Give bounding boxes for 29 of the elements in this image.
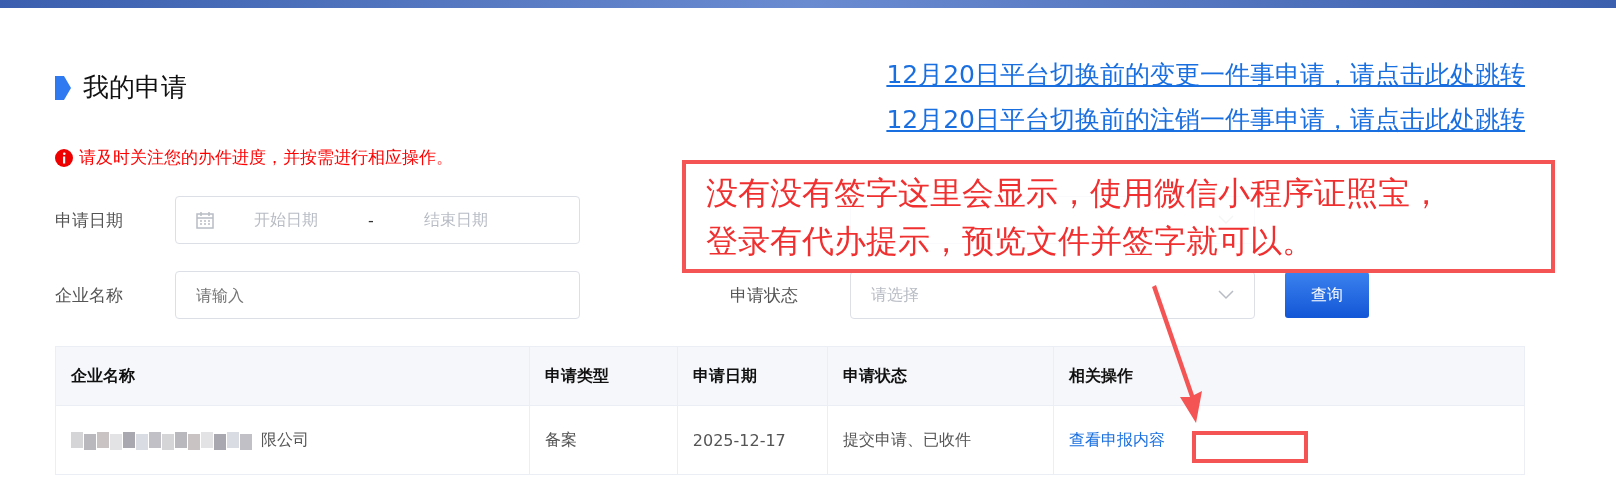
annotation-text: 登录有代办提示，预览文件并签字就可以。 — [706, 221, 1314, 262]
query-button[interactable]: 查询 — [1285, 272, 1369, 318]
view-details-link[interactable]: 查看申报内容 — [1069, 429, 1166, 449]
date-range-field[interactable]: 开始日期 - 结束日期 — [175, 196, 580, 244]
column-header: 申请日期 — [677, 346, 828, 406]
table-cell: 备案 — [529, 405, 678, 475]
table-cell: 提交申请、已收件 — [827, 405, 1054, 475]
title-marker-icon — [55, 75, 71, 100]
table-cell: 2025-12-17 — [677, 405, 828, 475]
filter-label: 申请日期 — [55, 208, 124, 232]
input-field[interactable]: 请输入 — [175, 271, 580, 319]
redirect-link[interactable]: 12月20日平台切换前的变更一件事申请，请点击此处跳转 — [886, 58, 1525, 91]
column-header: 相关操作 — [1053, 346, 1525, 406]
notice-text: 请及时关注您的办件进度，并按需进行相应操作。 — [79, 146, 453, 169]
column-header: 申请状态 — [827, 346, 1054, 406]
calendar-icon — [196, 211, 214, 229]
column-header: 申请类型 — [529, 346, 678, 406]
end-date-placeholder: 结束日期 — [423, 209, 488, 231]
info-icon — [55, 148, 73, 167]
annotation-text: 没有没有签字这里会显示，使用微信小程序证照宝， — [706, 173, 1442, 214]
column-header: 企业名称 — [55, 346, 530, 406]
start-date-placeholder: 开始日期 — [254, 209, 318, 231]
page-title: 我的申请 — [83, 71, 187, 104]
chevron-down-icon — [1218, 290, 1234, 300]
date-separator: - — [368, 210, 374, 230]
filter-label: 企业名称 — [55, 283, 124, 307]
filter-label: 申请状态 — [730, 283, 799, 307]
redirect-link[interactable]: 12月20日平台切换前的注销一件事申请，请点击此处跳转 — [886, 103, 1525, 136]
table-cell: 限公司 — [261, 429, 309, 451]
